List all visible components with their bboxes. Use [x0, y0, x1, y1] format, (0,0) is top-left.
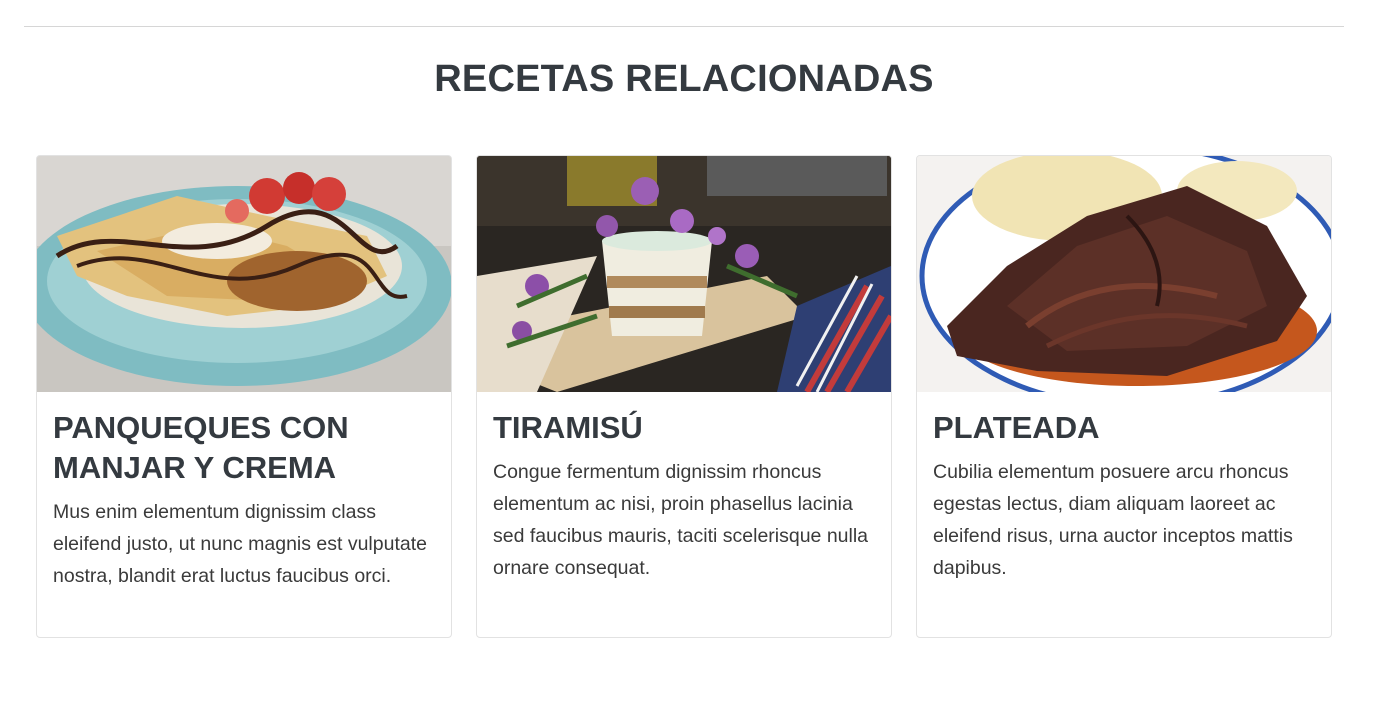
recipe-description: Congue fermentum dignissim rhoncus eleme…	[493, 461, 869, 579]
section-divider	[24, 26, 1344, 27]
recipe-description: Mus enim elementum dignissim class eleif…	[53, 501, 427, 587]
recipe-card-panqueques[interactable]: PANQUEQUES CON MANJAR Y CREMA Mus enim e…	[36, 155, 452, 638]
plateada-photo[interactable]	[917, 156, 1331, 392]
recipe-title[interactable]: PLATEADA	[933, 408, 1315, 448]
crepes-photo[interactable]	[37, 156, 451, 392]
recipe-card-plateada[interactable]: PLATEADA Cubilia elementum posuere arcu …	[916, 155, 1332, 638]
section-title: RECETAS RELACIONADAS	[434, 58, 934, 100]
recipe-card-tiramisu[interactable]: TIRAMISÚ Congue fermentum dignissim rhon…	[476, 155, 892, 638]
recipe-cards: PANQUEQUES CON MANJAR Y CREMA Mus enim e…	[36, 155, 1333, 638]
recipe-title[interactable]: PANQUEQUES CON MANJAR Y CREMA	[53, 408, 435, 488]
recipe-description: Cubilia elementum posuere arcu rhoncus e…	[933, 461, 1293, 579]
tiramisu-photo[interactable]	[477, 156, 891, 392]
recipe-title[interactable]: TIRAMISÚ	[493, 408, 875, 448]
